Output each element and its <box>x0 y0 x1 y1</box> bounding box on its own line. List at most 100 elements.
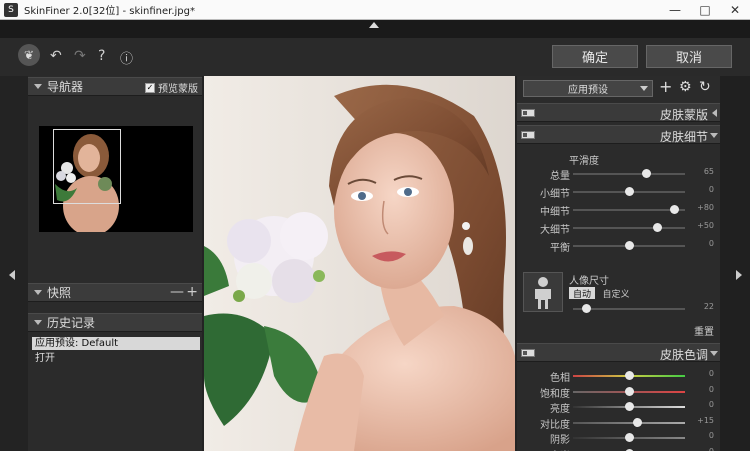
refresh-icon[interactable]: ↻ <box>699 79 711 95</box>
reset-button[interactable]: 重置 <box>694 323 714 338</box>
slider-row[interactable]: 色相 0 <box>517 369 720 384</box>
navigator-title: 导航器 <box>47 80 84 94</box>
close-button[interactable]: ✕ <box>720 0 750 20</box>
slider-label: 中细节 <box>540 207 570 218</box>
info-icon[interactable]: ⓘ <box>120 48 133 67</box>
slider-knob[interactable] <box>625 371 634 380</box>
ok-button[interactable]: 确定 <box>552 45 638 68</box>
history-item[interactable]: 应用预设: Default <box>32 337 200 350</box>
skin-tone-toggle[interactable] <box>521 349 535 357</box>
slider-knob[interactable] <box>582 304 592 313</box>
slider-knob[interactable] <box>625 386 634 396</box>
skin-mask-toggle[interactable] <box>521 109 535 117</box>
portrait-size-slider[interactable]: 22 <box>517 302 720 316</box>
slider-row[interactable]: 平衡 0 <box>517 239 720 254</box>
toolbar: ❦ ↶ ↷ ? ⓘ 确定 取消 <box>0 38 750 76</box>
slider-value: 22 <box>703 302 714 311</box>
navigator-header[interactable]: 导航器 ✓ 预览蒙版 <box>28 77 202 96</box>
slider-label: 阴影 <box>550 435 570 446</box>
slider-label: 亮度 <box>550 404 570 415</box>
preset-dropdown[interactable]: 应用预设 <box>523 80 653 97</box>
slider-value: +15 <box>697 415 714 425</box>
portrait-photo <box>204 76 515 451</box>
minimize-button[interactable]: — <box>660 0 690 20</box>
expand-triangle-icon <box>34 320 42 325</box>
add-snapshot-icon[interactable]: + <box>186 284 198 300</box>
leaf-logo-icon: ❦ <box>18 44 40 66</box>
snapshot-header[interactable]: 快照 — + <box>28 283 202 302</box>
window-title-bar: S SkinFiner 2.0[32位] - skinfiner.jpg* — … <box>0 0 750 20</box>
cancel-button[interactable]: 取消 <box>646 45 732 68</box>
slider-track <box>573 227 685 229</box>
auto-size-button[interactable]: 自动 <box>569 287 595 300</box>
slider-label: 小细节 <box>540 189 570 200</box>
slider-row[interactable]: 饱和度 0 <box>517 385 720 400</box>
slider-label: 饱和度 <box>540 388 570 400</box>
undo-icon[interactable]: ↶ <box>50 48 62 64</box>
history-item[interactable]: 打开 <box>32 352 200 365</box>
collapse-top-arrow-icon[interactable] <box>369 22 379 28</box>
skin-detail-toggle[interactable] <box>521 131 535 139</box>
slider-knob[interactable] <box>632 417 642 427</box>
slider-value: 0 <box>708 446 714 451</box>
right-panel: 应用预设 + ⚙ ↻ 皮肤蒙版 皮肤细节 平滑度 总量 65 小细节 0 中细节 +80 大… <box>517 76 720 451</box>
skin-detail-header[interactable]: 皮肤细节 <box>517 125 720 144</box>
app-area: ❦ ↶ ↷ ? ⓘ 确定 取消 导航器 ✓ 预览蒙版 快照 — + 历史记录 应… <box>0 20 750 451</box>
expanded-triangle-icon <box>710 351 718 356</box>
skin-tone-header[interactable]: 皮肤色调 <box>517 343 720 362</box>
slider-value: 65 <box>703 167 714 176</box>
slider-knob[interactable] <box>625 241 634 250</box>
preset-dropdown-label: 应用预设 <box>568 85 608 96</box>
slider-knob[interactable] <box>669 205 679 214</box>
slider-row[interactable]: 中细节 +80 <box>517 203 720 218</box>
gear-icon[interactable]: ⚙ <box>679 79 692 95</box>
collapse-left-arrow-icon[interactable] <box>9 270 15 280</box>
slider-row[interactable]: 亮度 0 <box>517 400 720 415</box>
snapshot-title: 快照 <box>47 286 72 300</box>
navigator-view-rectangle[interactable] <box>53 129 121 204</box>
redo-icon[interactable]: ↷ <box>74 48 86 64</box>
navigator-thumbnail[interactable] <box>39 126 193 232</box>
slider-row[interactable]: 对比度 +15 <box>517 415 720 431</box>
slider-knob[interactable] <box>641 169 651 178</box>
add-preset-icon[interactable]: + <box>659 77 672 96</box>
help-icon[interactable]: ? <box>98 48 105 64</box>
slider-label: 平衡 <box>550 243 570 254</box>
window-controls: — □ ✕ <box>660 0 750 20</box>
slider-row[interactable]: 阴影 0 <box>517 431 720 446</box>
window-title: SkinFiner 2.0[32位] - skinfiner.jpg* <box>24 6 195 17</box>
maximize-button[interactable]: □ <box>690 0 720 20</box>
skin-mask-title: 皮肤蒙版 <box>659 108 708 122</box>
photo-canvas[interactable] <box>204 76 515 451</box>
collapsed-triangle-icon <box>712 109 717 117</box>
remove-snapshot-icon[interactable]: — <box>170 284 184 300</box>
slider-knob[interactable] <box>625 187 634 196</box>
slider-label: 总量 <box>550 171 570 182</box>
portrait-size-label: 人像尺寸 <box>569 276 609 287</box>
slider-knob[interactable] <box>653 223 662 232</box>
skin-mask-header[interactable]: 皮肤蒙版 <box>517 103 720 122</box>
app-icon: S <box>4 2 18 17</box>
slider-row[interactable]: 小细节 0 <box>517 185 720 200</box>
slider-value: 0 <box>708 185 714 194</box>
history-header[interactable]: 历史记录 <box>28 313 202 332</box>
collapse-right-arrow-icon[interactable] <box>736 270 742 280</box>
custom-size-button[interactable]: 自定义 <box>597 287 635 300</box>
slider-row[interactable]: 总量 65 <box>517 167 720 182</box>
slider-label: 色相 <box>550 373 570 384</box>
chevron-down-icon <box>640 86 648 91</box>
preview-mask-checkbox[interactable]: ✓ 预览蒙版 <box>145 80 198 95</box>
slider-value: +50 <box>697 221 714 230</box>
slider-track <box>573 173 685 175</box>
preset-row: 应用预设 + ⚙ ↻ <box>517 76 720 102</box>
slider-knob[interactable] <box>625 433 634 442</box>
skin-detail-title: 皮肤细节 <box>659 130 708 144</box>
slider-track <box>573 209 685 211</box>
preview-mask-label: 预览蒙版 <box>158 84 198 95</box>
slider-row[interactable]: 大细节 +50 <box>517 221 720 236</box>
slider-knob[interactable] <box>625 402 634 411</box>
smoothness-title: 平滑度 <box>569 156 599 167</box>
slider-value: 0 <box>708 369 714 378</box>
slider-value: 0 <box>708 239 714 248</box>
slider-row[interactable]: 高光 0 <box>517 447 720 451</box>
